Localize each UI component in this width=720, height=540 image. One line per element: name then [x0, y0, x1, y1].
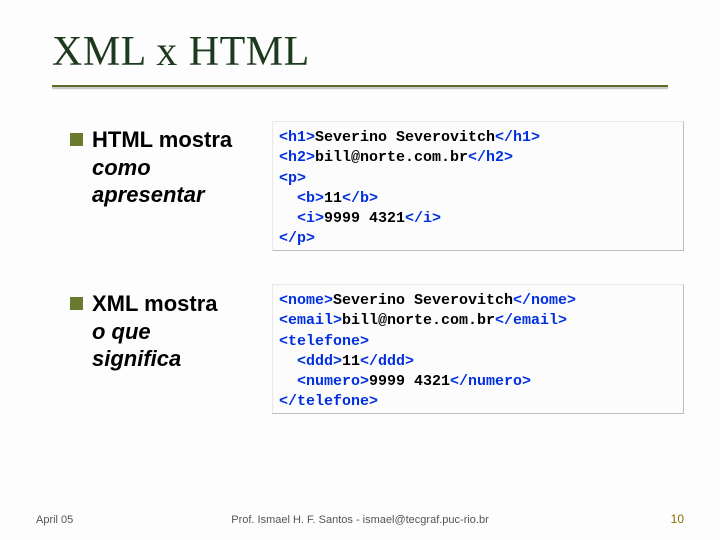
code-indent — [279, 190, 297, 207]
code-tag: </h1> — [495, 129, 540, 146]
code-text: 9999 4321 — [324, 210, 405, 227]
code-text: bill@norte.com.br — [342, 312, 495, 329]
code-tag: <numero> — [297, 373, 369, 390]
code-tag: <nome> — [279, 292, 333, 309]
code-tag: </telefone> — [279, 393, 378, 410]
code-tag: </i> — [405, 210, 441, 227]
code-text: Severino Severovitch — [333, 292, 513, 309]
square-bullet-icon — [70, 133, 83, 146]
code-tag: </b> — [342, 190, 378, 207]
code-tag: <ddd> — [297, 353, 342, 370]
bullet-1: HTML mostra como apresentar — [70, 126, 260, 209]
code-tag: <h2> — [279, 149, 315, 166]
code-indent — [279, 353, 297, 370]
square-bullet-icon — [70, 297, 83, 310]
code-tag: </h2> — [468, 149, 513, 166]
code-text: 11 — [324, 190, 342, 207]
bullet-2: XML mostra o que significa — [70, 290, 260, 373]
bullet-1-line2: como — [92, 154, 260, 182]
code-tag: <h1> — [279, 129, 315, 146]
code-indent — [279, 210, 297, 227]
code-text: 9999 4321 — [369, 373, 450, 390]
code-tag: </email> — [495, 312, 567, 329]
code-tag: </ddd> — [360, 353, 414, 370]
code-indent — [279, 373, 297, 390]
code-text: Severino Severovitch — [315, 129, 495, 146]
code-tag: <b> — [297, 190, 324, 207]
xml-code-content: <nome>Severino Severovitch</nome> <email… — [273, 285, 683, 419]
bullet-2-line2: o que — [92, 318, 260, 346]
code-tag: <telefone> — [279, 333, 369, 350]
code-tag: </numero> — [450, 373, 531, 390]
xml-code-box: <nome>Severino Severovitch</nome> <email… — [272, 284, 684, 414]
code-text: 11 — [342, 353, 360, 370]
slide: XML x HTML HTML mostra como apresentar <… — [0, 0, 720, 540]
title-underline — [52, 85, 668, 87]
code-tag: <email> — [279, 312, 342, 329]
bullet-2-line3: significa — [92, 345, 260, 373]
slide-number: 10 — [671, 512, 684, 526]
bullet-1-text1: HTML mostra — [92, 127, 232, 152]
code-tag: <p> — [279, 170, 306, 187]
footer-author: Prof. Ismael H. F. Santos - ismael@tecgr… — [0, 514, 720, 526]
code-tag: </nome> — [513, 292, 576, 309]
bullet-2-line1: XML mostra — [70, 290, 260, 318]
bullet-2-text1: XML mostra — [92, 291, 218, 316]
bullet-1-line1: HTML mostra — [70, 126, 260, 154]
html-code-box: <h1>Severino Severovitch</h1> <h2>bill@n… — [272, 121, 684, 251]
code-tag: </p> — [279, 230, 315, 247]
code-tag: <i> — [297, 210, 324, 227]
bullet-1-line3: apresentar — [92, 181, 260, 209]
code-text: bill@norte.com.br — [315, 149, 468, 166]
html-code-content: <h1>Severino Severovitch</h1> <h2>bill@n… — [273, 122, 683, 256]
slide-title: XML x HTML — [52, 28, 310, 76]
